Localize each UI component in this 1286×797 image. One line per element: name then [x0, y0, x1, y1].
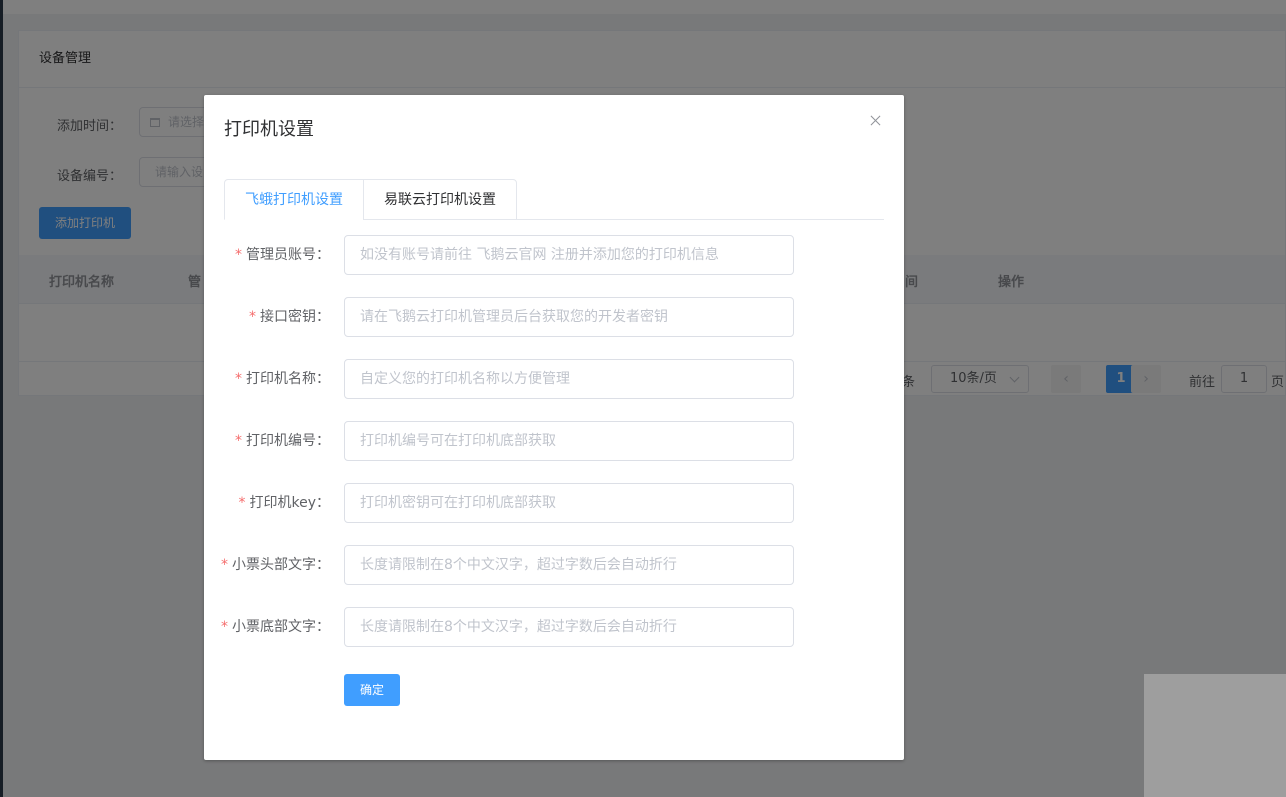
admin-account-label: * 管理员账号：: [235, 247, 330, 263]
printer-name-input[interactable]: [344, 359, 794, 399]
form-row-printer-key: * 打印机key：: [204, 483, 904, 523]
close-icon[interactable]: [868, 113, 884, 129]
form-row-receipt-footer: * 小票底部文字：: [204, 607, 904, 647]
receipt-header-label: * 小票头部文字：: [221, 557, 330, 573]
dialog-title: 打印机设置: [224, 119, 314, 140]
printer-number-input[interactable]: [344, 421, 794, 461]
admin-account-input[interactable]: [344, 235, 794, 275]
confirm-button[interactable]: 确定: [344, 674, 400, 706]
required-mark: *: [235, 433, 242, 449]
required-mark: *: [235, 247, 242, 263]
tab-yilianyun-printer[interactable]: 易联云打印机设置: [363, 179, 517, 220]
printer-name-label: * 打印机名称：: [235, 371, 330, 387]
required-mark: *: [221, 557, 228, 573]
receipt-footer-label: * 小票底部文字：: [221, 619, 330, 635]
required-mark: *: [235, 371, 242, 387]
required-mark: *: [238, 495, 246, 511]
form-row-admin-account: * 管理员账号：: [204, 235, 904, 275]
api-key-label: * 接口密钥：: [249, 309, 330, 325]
receipt-footer-input[interactable]: [344, 607, 794, 647]
printer-settings-dialog: 打印机设置 飞蛾打印机设置 易联云打印机设置 *管理员账号： *接口密钥： *打…: [204, 95, 904, 760]
printer-key-label: * 打印机key：: [238, 495, 330, 511]
form-row-printer-name: * 打印机名称：: [204, 359, 904, 399]
form-row-receipt-header: * 小票头部文字：: [204, 545, 904, 585]
api-key-input[interactable]: [344, 297, 794, 337]
printer-number-label: * 打印机编号：: [235, 433, 330, 449]
receipt-header-input[interactable]: [344, 545, 794, 585]
form-row-printer-number: * 打印机编号：: [204, 421, 904, 461]
tab-feie-printer[interactable]: 飞蛾打印机设置: [224, 179, 364, 220]
corner-panel: [1144, 674, 1286, 797]
form-row-api-key: * 接口密钥：: [204, 297, 904, 337]
required-mark: *: [249, 309, 256, 325]
printer-key-input[interactable]: [344, 483, 794, 523]
required-mark: *: [221, 619, 228, 635]
